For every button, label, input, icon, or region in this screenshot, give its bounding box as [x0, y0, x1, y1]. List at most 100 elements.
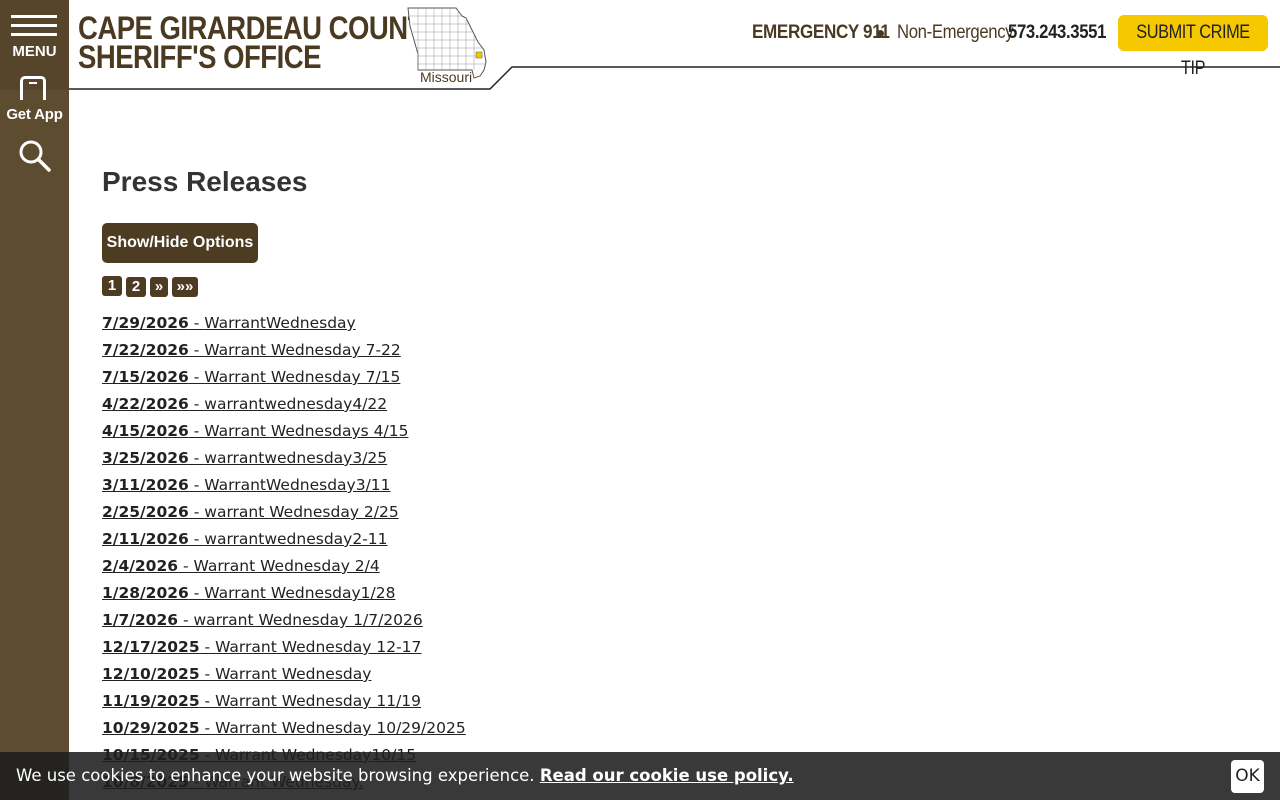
release-date: 3/11/2026 — [102, 476, 189, 494]
release-title: Warrant Wednesday 12-17 — [215, 638, 422, 656]
cookie-message: We use cookies to enhance your website b… — [16, 766, 535, 785]
page-title: Press Releases — [102, 166, 308, 197]
press-release-link[interactable]: 2/4/2026 - Warrant Wednesday 2/4 — [102, 557, 380, 575]
hamburger-icon-bar — [11, 24, 57, 27]
separator-dot — [876, 21, 886, 45]
release-separator: - — [188, 530, 205, 548]
release-title: Warrant Wednesday 2/4 — [193, 557, 380, 575]
search-icon[interactable] — [18, 139, 52, 173]
site-logo-text[interactable]: CAPE GIRARDEAU COUNTY SHERIFF'S OFFICE — [78, 12, 442, 75]
list-item: 10/29/2025 - Warrant Wednesday 10/29/202… — [102, 717, 466, 744]
release-title: warrant Wednesday 2/25 — [204, 503, 399, 521]
cookie-text: We use cookies to enhance your website b… — [16, 766, 794, 785]
press-release-link[interactable]: 2/11/2026 - warrantwednesday2-11 — [102, 530, 388, 548]
list-item: 2/25/2026 - warrant Wednesday 2/25 — [102, 501, 466, 528]
show-hide-options-button[interactable]: Show/Hide Options — [102, 223, 258, 263]
press-release-link[interactable]: 10/29/2025 - Warrant Wednesday 10/29/202… — [102, 719, 466, 737]
last-page-link[interactable]: »» — [172, 277, 198, 297]
press-release-link[interactable]: 11/19/2025 - Warrant Wednesday 11/19 — [102, 692, 421, 710]
release-title: warrant Wednesday 1/7/2026 — [193, 611, 423, 629]
press-release-link[interactable]: 1/28/2026 - Warrant Wednesday1/28 — [102, 584, 395, 602]
release-date: 2/11/2026 — [102, 530, 189, 548]
release-date: 2/25/2026 — [102, 503, 189, 521]
release-title: Warrant Wednesday 10/29/2025 — [215, 719, 466, 737]
list-item: 2/4/2026 - Warrant Wednesday 2/4 — [102, 555, 466, 582]
release-date: 2/4/2026 — [102, 557, 179, 575]
release-separator: - — [188, 368, 205, 386]
release-separator: - — [188, 395, 205, 413]
press-release-link[interactable]: 4/22/2026 - warrantwednesday4/22 — [102, 395, 387, 413]
list-item: 12/17/2025 - Warrant Wednesday 12-17 — [102, 636, 466, 663]
list-item: 2/11/2026 - warrantwednesday2-11 — [102, 528, 466, 555]
release-separator: - — [199, 692, 216, 710]
press-release-link[interactable]: 4/15/2026 - Warrant Wednesdays 4/15 — [102, 422, 408, 440]
submit-crime-tip-button[interactable]: SUBMIT CRIME TIP — [1118, 15, 1268, 79]
press-release-link[interactable]: 12/17/2025 - Warrant Wednesday 12-17 — [102, 638, 421, 656]
list-item: 7/22/2026 - Warrant Wednesday 7-22 — [102, 339, 466, 366]
cookie-ok-button[interactable]: OK — [1231, 760, 1264, 793]
press-release-link[interactable]: 7/22/2026 - Warrant Wednesday 7-22 — [102, 341, 401, 359]
list-item: 4/22/2026 - warrantwednesday4/22 — [102, 393, 466, 420]
list-item: 3/11/2026 - WarrantWednesday3/11 — [102, 474, 466, 501]
release-title: Warrant Wednesday 11/19 — [215, 692, 422, 710]
release-date: 1/7/2026 — [102, 611, 179, 629]
release-separator: - — [188, 449, 205, 467]
press-release-list: 7/29/2026 - WarrantWednesday 7/22/2026 - … — [102, 312, 466, 798]
press-release-link[interactable]: 7/29/2026 - WarrantWednesday — [102, 314, 356, 332]
list-item: 4/15/2026 - Warrant Wednesdays 4/15 — [102, 420, 466, 447]
list-item: 11/19/2025 - Warrant Wednesday 11/19 — [102, 690, 466, 717]
release-separator: - — [188, 314, 205, 332]
release-title: warrantwednesday3/25 — [204, 449, 388, 467]
release-date: 7/15/2026 — [102, 368, 189, 386]
press-release-link[interactable]: 12/10/2025 - Warrant Wednesday — [102, 665, 371, 683]
release-separator: - — [188, 422, 205, 440]
release-date: 4/15/2026 — [102, 422, 189, 440]
release-title: Warrant Wednesday 7/15 — [204, 368, 401, 386]
release-date: 1/28/2026 — [102, 584, 189, 602]
release-date: 12/10/2025 — [102, 665, 200, 683]
list-item: 1/28/2026 - Warrant Wednesday1/28 — [102, 582, 466, 609]
non-emergency-label: Non-Emergency — [897, 22, 1014, 43]
sidebar: MENU Get App — [0, 0, 69, 800]
release-title: Warrant Wednesday1/28 — [204, 584, 396, 602]
menu-label: MENU — [12, 43, 57, 60]
release-separator: - — [178, 557, 194, 575]
press-release-link[interactable]: 3/11/2026 - WarrantWednesday3/11 — [102, 476, 391, 494]
list-item: 3/25/2026 - warrantwednesday3/25 — [102, 447, 466, 474]
release-title: warrantwednesday4/22 — [204, 395, 388, 413]
release-title: Warrant Wednesday 7-22 — [204, 341, 401, 359]
get-app-button[interactable]: Get App — [0, 74, 69, 130]
cookie-policy-link[interactable]: Read our cookie use policy. — [540, 766, 794, 785]
list-item: 7/29/2026 - WarrantWednesday — [102, 312, 466, 339]
release-date: 3/25/2026 — [102, 449, 189, 467]
release-separator: - — [199, 719, 216, 737]
release-separator: - — [188, 341, 205, 359]
release-date: 7/22/2026 — [102, 341, 189, 359]
release-separator: - — [188, 584, 205, 602]
press-release-link[interactable]: 2/25/2026 - warrant Wednesday 2/25 — [102, 503, 399, 521]
release-separator: - — [178, 611, 194, 629]
press-release-link[interactable]: 3/25/2026 - warrantwednesday3/25 — [102, 449, 387, 467]
release-title: Warrant Wednesday — [215, 665, 372, 683]
next-page-link[interactable]: » — [150, 277, 168, 297]
release-date: 4/22/2026 — [102, 395, 189, 413]
release-title: Warrant Wednesdays 4/15 — [204, 422, 409, 440]
press-release-link[interactable]: 1/7/2026 - warrant Wednesday 1/7/2026 — [102, 611, 423, 629]
release-title: WarrantWednesday — [204, 314, 356, 332]
hamburger-icon — [11, 15, 57, 18]
release-date: 12/17/2025 — [102, 638, 200, 656]
page-2-link[interactable]: 2 — [126, 277, 146, 297]
submit-crime-tip-label: SUBMIT CRIME TIP — [1136, 22, 1250, 79]
non-emergency-phone-link[interactable]: 573.243.3551 — [1008, 21, 1106, 45]
brand-line-2: SHERIFF'S OFFICE — [78, 39, 321, 75]
release-title: warrantwednesday2-11 — [204, 530, 388, 548]
cookie-banner: We use cookies to enhance your website b… — [0, 752, 1280, 800]
press-release-link[interactable]: 7/15/2026 - Warrant Wednesday 7/15 — [102, 368, 400, 386]
state-label: Missouri — [420, 69, 473, 85]
release-date: 11/19/2025 — [102, 692, 200, 710]
phone-icon — [20, 76, 46, 100]
release-date: 10/29/2025 — [102, 719, 200, 737]
release-separator: - — [199, 638, 216, 656]
release-separator: - — [188, 476, 205, 494]
release-separator: - — [199, 665, 216, 683]
